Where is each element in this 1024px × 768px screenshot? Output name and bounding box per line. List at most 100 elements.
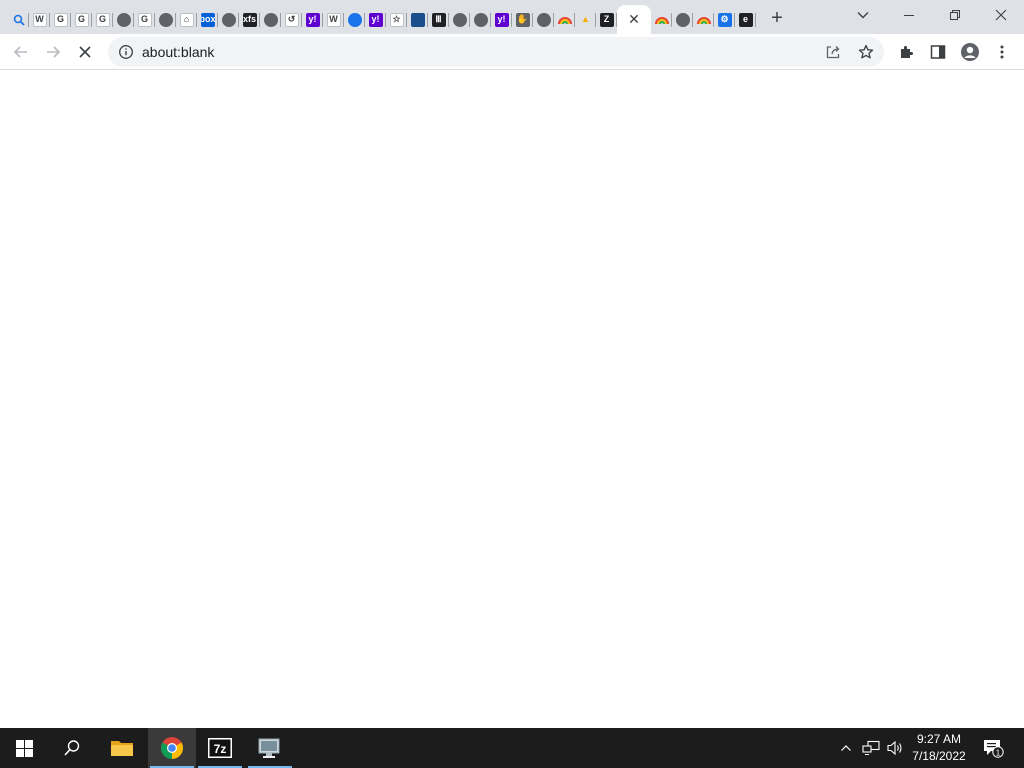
globe-favicon-icon [116, 12, 131, 27]
tab[interactable] [260, 5, 281, 34]
wikipedia-favicon-icon: W [326, 12, 341, 27]
notification-icon: 1 [984, 740, 1004, 758]
tab-list: W G G G G ⌂ box xfs ↺ y! Wy! ☆ Ⅲy! ✋ ▲ Z ✕ ⚙ e [8, 5, 756, 34]
history-favicon-icon: ↺ [284, 12, 299, 27]
extensions-button[interactable] [892, 38, 920, 66]
window-favicon-icon [410, 12, 425, 27]
tab[interactable]: W [323, 5, 344, 34]
taskbar-7zip[interactable]: 7z [196, 728, 244, 768]
star-icon [858, 44, 874, 59]
side-panel-button[interactable] [924, 38, 952, 66]
arrow-right-icon [47, 46, 61, 58]
address-text[interactable]: about:blank [142, 44, 214, 60]
tab[interactable] [155, 5, 176, 34]
tab[interactable]: e [735, 5, 756, 34]
network-button[interactable] [860, 728, 882, 768]
folder-icon [111, 741, 133, 756]
tab-search-button[interactable] [840, 0, 886, 30]
tab[interactable] [672, 5, 693, 34]
clock[interactable]: 9:27 AM 7/18/2022 [908, 731, 970, 765]
chevron-down-icon [857, 12, 869, 19]
clock-date: 7/18/2022 [912, 749, 966, 763]
windows-logo-icon [15, 739, 33, 757]
plus-icon: + [771, 6, 783, 29]
forward-button[interactable] [39, 38, 67, 66]
close-icon [79, 46, 91, 58]
tab[interactable]: ✋ [512, 5, 533, 34]
tab[interactable]: W [29, 5, 50, 34]
tab[interactable]: ↺ [281, 5, 302, 34]
info-icon[interactable] [118, 44, 134, 60]
slash-favicon-icon: Z [599, 12, 614, 27]
tab[interactable] [533, 5, 554, 34]
tab[interactable]: y! [365, 5, 386, 34]
back-button[interactable] [7, 38, 35, 66]
tab[interactable]: Z [596, 5, 617, 34]
tab[interactable]: ☆ [386, 5, 407, 34]
tab[interactable]: y! [491, 5, 512, 34]
tab[interactable]: G [50, 5, 71, 34]
show-hidden-icons-button[interactable] [836, 728, 856, 768]
tab[interactable]: Ⅲ [428, 5, 449, 34]
menu-button[interactable] [988, 38, 1016, 66]
close-window-button[interactable] [978, 0, 1024, 30]
bookmark-button[interactable] [857, 43, 875, 61]
tab[interactable] [651, 5, 672, 34]
yahoo-favicon-icon: y! [494, 12, 509, 27]
tab[interactable]: ⚙ [714, 5, 735, 34]
google-favicon-icon: G [74, 12, 89, 27]
tab[interactable] [407, 5, 428, 34]
tab[interactable]: ▲ [575, 5, 596, 34]
tab[interactable]: y! [302, 5, 323, 34]
google-favicon-icon: G [53, 12, 68, 27]
google-favicon-icon: G [137, 12, 152, 27]
side-panel-icon [930, 45, 946, 59]
browser-toolbar: about:blank [0, 34, 1024, 70]
taskbar-file-explorer[interactable] [98, 728, 146, 768]
tab[interactable] [218, 5, 239, 34]
active-tab[interactable]: ✕ [617, 5, 651, 34]
chevron-up-icon [841, 745, 851, 751]
star-favicon-icon: ☆ [389, 12, 404, 27]
tab[interactable] [470, 5, 491, 34]
taskbar-search-button[interactable] [48, 728, 96, 768]
tab[interactable]: G [71, 5, 92, 34]
volume-button[interactable] [884, 728, 906, 768]
tab[interactable]: G [92, 5, 113, 34]
tab[interactable] [449, 5, 470, 34]
tab[interactable]: G [134, 5, 155, 34]
share-button[interactable] [824, 43, 842, 61]
globe-favicon-icon [536, 12, 551, 27]
profile-button[interactable] [956, 38, 984, 66]
start-button[interactable] [0, 728, 48, 768]
tab[interactable] [554, 5, 575, 34]
minimize-icon [904, 15, 914, 16]
globe-favicon-icon [263, 12, 278, 27]
xfs-favicon-icon: xfs [242, 12, 257, 27]
google-favicon-icon: G [95, 12, 110, 27]
new-tab-button[interactable]: + [766, 7, 788, 29]
tab[interactable] [8, 5, 29, 34]
tab[interactable]: ⌂ [176, 5, 197, 34]
tab[interactable]: box [197, 5, 218, 34]
stop-loading-button[interactable] [71, 38, 99, 66]
restore-icon [950, 10, 960, 20]
search-icon [64, 740, 80, 756]
taskbar-chrome[interactable] [148, 728, 196, 768]
remote-desktop-icon [258, 738, 280, 758]
globe-blue-favicon-icon [347, 12, 362, 27]
tab[interactable] [113, 5, 134, 34]
7zip-icon: 7z [208, 738, 232, 758]
taskbar-remote-desktop[interactable] [246, 728, 294, 768]
tab[interactable]: xfs [239, 5, 260, 34]
close-tab-icon[interactable]: ✕ [628, 11, 640, 28]
page-content[interactable] [0, 71, 1024, 728]
tab[interactable] [344, 5, 365, 34]
more-vert-icon [1000, 45, 1004, 59]
action-center-button[interactable]: 1 [978, 728, 1008, 768]
address-bar[interactable]: about:blank [108, 37, 884, 67]
tab[interactable] [693, 5, 714, 34]
warning-favicon-icon: ▲ [581, 14, 590, 24]
minimize-button[interactable] [886, 0, 932, 30]
restore-button[interactable] [932, 0, 978, 30]
